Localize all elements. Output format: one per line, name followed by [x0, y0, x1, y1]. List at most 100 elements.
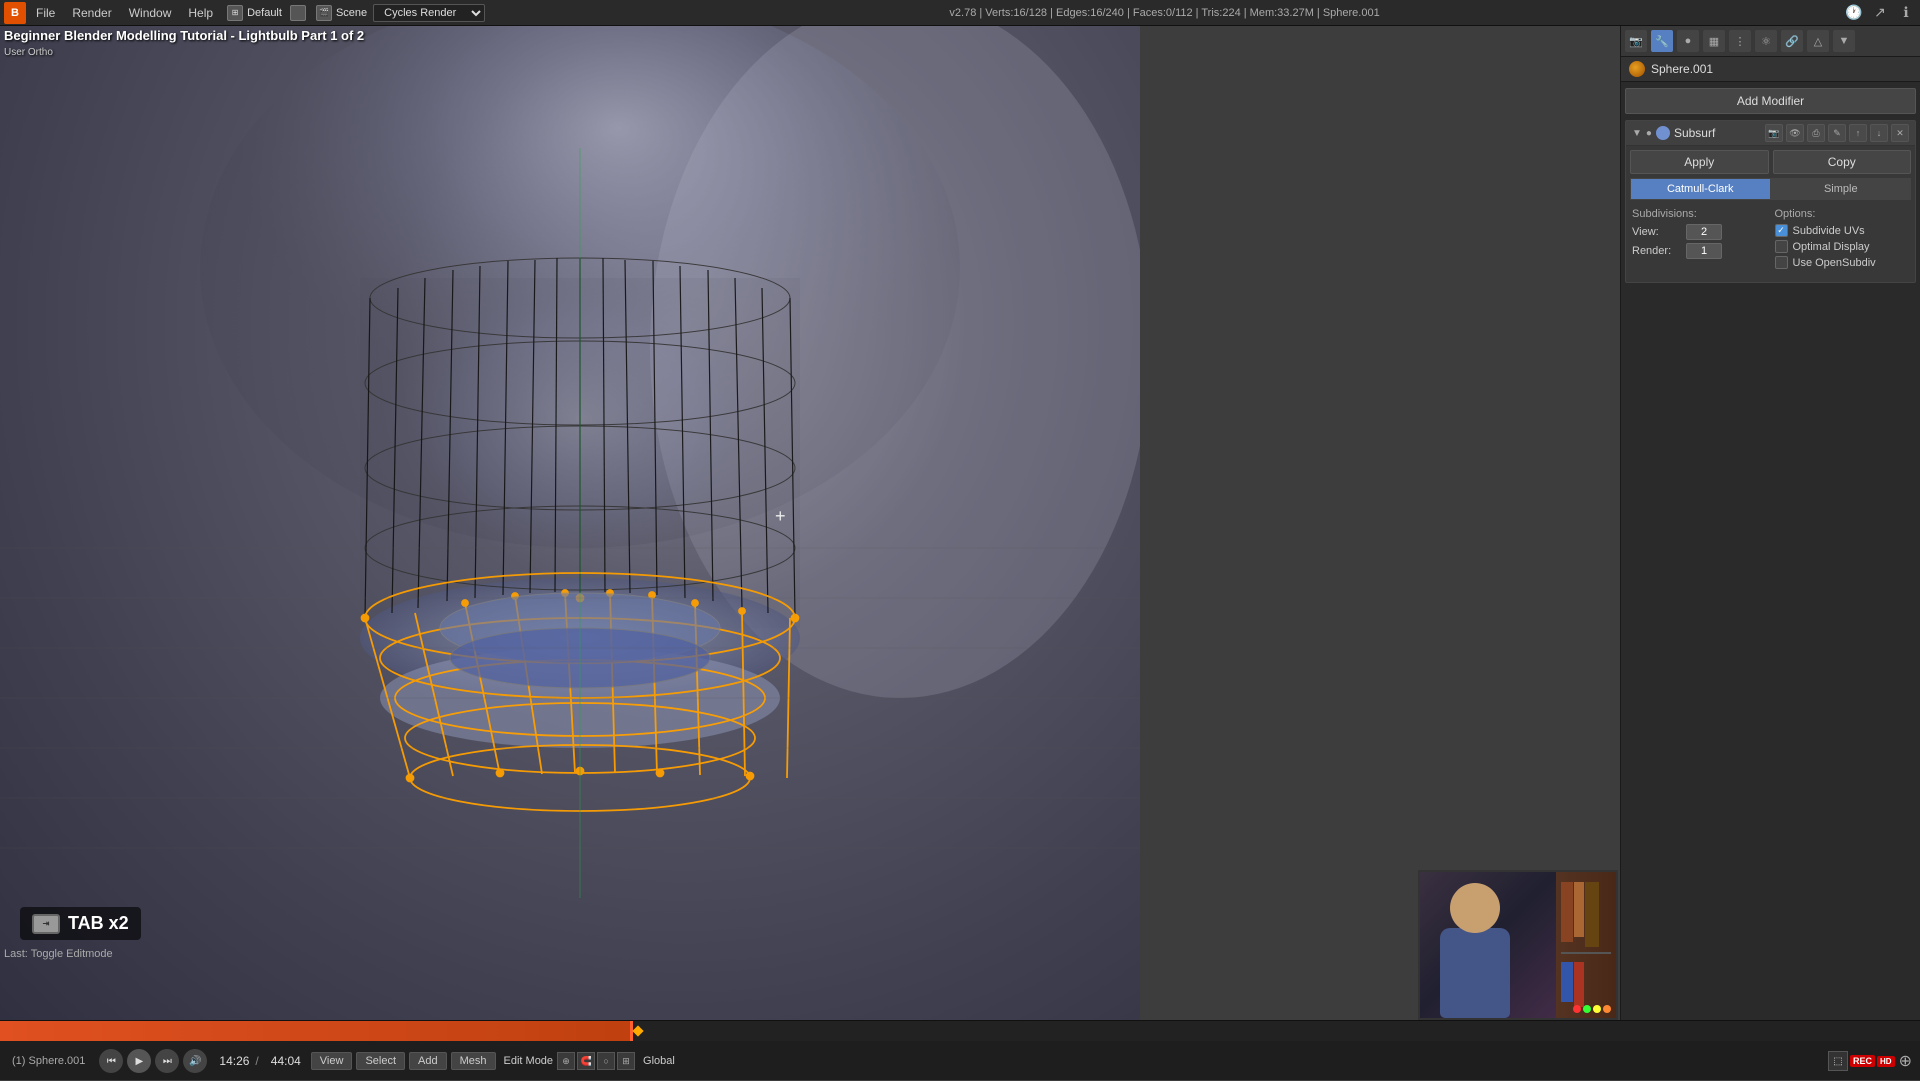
subdivisions-section: Subdivisions: View: 2 Render: 1	[1632, 208, 1767, 272]
playback-controls: (1) Sphere.001 ⏮ ▶ ⏭ 🔊 14:26 / 44:04 Vie…	[0, 1041, 1920, 1081]
camera-visibility-btn[interactable]: 📷	[1765, 124, 1783, 142]
modifier-options: Subdivisions: View: 2 Render: 1 Options:	[1626, 204, 1915, 282]
version-info: v2.78 | Verts:16/128 | Edges:16/240 | Fa…	[487, 7, 1842, 19]
top-menu: File Render Window Help	[28, 4, 221, 22]
global-label: Global	[643, 1055, 675, 1067]
subdivide-uvs-checkbox[interactable]: ✓	[1775, 224, 1788, 237]
subdivide-uvs-label: Subdivide UVs	[1793, 225, 1865, 237]
render-value[interactable]: 1	[1686, 243, 1722, 259]
texture-icon[interactable]: ▦	[1703, 30, 1725, 52]
volume-button[interactable]: 🔊	[183, 1049, 207, 1073]
rec-badge: REC	[1850, 1055, 1875, 1067]
scene-label: Scene	[336, 7, 367, 19]
material-icon[interactable]: ●	[1677, 30, 1699, 52]
render-engine-select[interactable]: Cycles Render Blender Render Blender Gam…	[373, 4, 485, 22]
copy-button[interactable]: Copy	[1773, 150, 1912, 174]
opensubdiv-checkbox[interactable]	[1775, 256, 1788, 269]
keyframe-marker	[632, 1025, 643, 1036]
viewport-controls: View Select Add Mesh Edit Mode ⊕ 🧲 ○ ⊞ G…	[307, 1052, 1822, 1070]
snap-icon[interactable]: 🧲	[577, 1052, 595, 1070]
next-frame-button[interactable]: ⏭	[155, 1049, 179, 1073]
menu-file[interactable]: File	[28, 4, 63, 22]
particles-icon[interactable]: ⋮	[1729, 30, 1751, 52]
mirror-icon[interactable]: ⊞	[617, 1052, 635, 1070]
global-transform-icon[interactable]: ⊕	[557, 1052, 575, 1070]
camera-icon[interactable]: 📷	[1625, 30, 1647, 52]
playback-time: 14:26	[219, 1054, 249, 1068]
proportional-edit-icon[interactable]: ○	[597, 1052, 615, 1070]
cursor-crosshair: +	[775, 506, 786, 527]
render-label: Render:	[1632, 245, 1682, 257]
view-menu-btn[interactable]: View	[311, 1052, 353, 1070]
webcam-overlay	[1418, 870, 1618, 1020]
share-icon: ↗	[1870, 3, 1890, 23]
workspace-icon: ⊞	[227, 5, 243, 21]
add-menu-btn[interactable]: Add	[409, 1052, 447, 1070]
render-field-row: Render: 1	[1632, 243, 1767, 259]
edit-visibility-btn[interactable]: ✎	[1828, 124, 1846, 142]
modifier-name: Subsurf	[1674, 126, 1761, 140]
apply-button[interactable]: Apply	[1630, 150, 1769, 174]
add-modifier-button[interactable]: Add Modifier	[1625, 88, 1916, 114]
hd-badge: HD	[1877, 1056, 1895, 1067]
timeline-progress	[0, 1021, 630, 1041]
webcam-lights	[1573, 1005, 1611, 1013]
physics-icon[interactable]: ⚛	[1755, 30, 1777, 52]
webcam-content	[1420, 872, 1616, 1018]
eye-visibility-btn[interactable]: 👁	[1786, 124, 1804, 142]
constraints-icon[interactable]: 🔗	[1781, 30, 1803, 52]
menu-window[interactable]: Window	[121, 4, 180, 22]
top-bar: B File Render Window Help ⊞ Default 🎬 Sc…	[0, 0, 1920, 26]
workspace-label: Default	[247, 7, 282, 19]
viewport-canvas: Beginner Blender Modelling Tutorial - Li…	[0, 26, 1140, 1020]
object-name: Sphere.001	[1651, 62, 1713, 76]
down-arrow-icon[interactable]: ▼	[1833, 30, 1855, 52]
view-label: View:	[1632, 226, 1682, 238]
move-down-btn[interactable]: ↓	[1870, 124, 1888, 142]
mesh-menu-btn[interactable]: Mesh	[451, 1052, 496, 1070]
record-controls: ⬚ REC HD	[1828, 1051, 1895, 1071]
check-mark: ✓	[1777, 225, 1785, 236]
prev-frame-button[interactable]: ⏮	[99, 1049, 123, 1073]
wrench-icon[interactable]: 🔧	[1651, 30, 1673, 52]
object-data-icon[interactable]: △	[1807, 30, 1829, 52]
render-visibility-btn[interactable]: ⎙	[1807, 124, 1825, 142]
optimal-display-label: Optimal Display	[1793, 241, 1870, 253]
timeline[interactable]	[0, 1021, 1920, 1041]
optimal-display-row: Optimal Display	[1775, 240, 1910, 253]
options-section: Options: ✓ Subdivide UVs Optimal Display…	[1775, 208, 1910, 272]
view-field-row: View: 2	[1632, 224, 1767, 240]
view-value[interactable]: 2	[1686, 224, 1722, 240]
options-row: Subdivisions: View: 2 Render: 1 Options:	[1632, 208, 1909, 272]
info-icon: ℹ	[1896, 3, 1916, 23]
monitor-icon[interactable]: ⬚	[1828, 1051, 1848, 1071]
catmull-clark-tab[interactable]: Catmull-Clark	[1630, 178, 1771, 200]
subdivide-uvs-row: ✓ Subdivide UVs	[1775, 224, 1910, 237]
simple-tab[interactable]: Simple	[1771, 178, 1912, 200]
status-items: ⊕ 🧲 ○ ⊞	[557, 1052, 635, 1070]
webcam-bookshelf	[1556, 872, 1616, 1018]
menu-help[interactable]: Help	[180, 4, 221, 22]
sphere-icon	[1629, 61, 1645, 77]
webcam-person	[1440, 883, 1510, 1018]
delete-modifier-btn[interactable]: ✕	[1891, 124, 1909, 142]
viewport-title: Beginner Blender Modelling Tutorial - Li…	[4, 28, 364, 58]
close-workspace-icon[interactable]	[290, 5, 306, 21]
time-separator: /	[255, 1054, 258, 1068]
tab-key-icon: ⇥	[32, 914, 60, 934]
menu-render[interactable]: Render	[64, 4, 119, 22]
last-action-label: Last: Toggle Editmode	[4, 948, 113, 960]
total-time: 44:04	[271, 1054, 301, 1068]
scene-icon: 🎬	[316, 5, 332, 21]
panel-header-icons: 📷 🔧 ● ▦ ⋮ ⚛ 🔗 △ ▼	[1621, 26, 1920, 57]
blender-icon: B	[4, 2, 26, 24]
bottom-bar: (1) Sphere.001 ⏮ ▶ ⏭ 🔊 14:26 / 44:04 Vie…	[0, 1020, 1920, 1080]
move-up-btn[interactable]: ↑	[1849, 124, 1867, 142]
expand-icon[interactable]: ⊕	[1899, 1051, 1912, 1071]
viewport[interactable]: Beginner Blender Modelling Tutorial - Li…	[0, 26, 1140, 1020]
select-menu-btn[interactable]: Select	[356, 1052, 405, 1070]
optimal-display-checkbox[interactable]	[1775, 240, 1788, 253]
play-button[interactable]: ▶	[127, 1049, 151, 1073]
options-title: Options:	[1775, 208, 1910, 220]
collapse-icon[interactable]: ▼	[1632, 128, 1642, 139]
